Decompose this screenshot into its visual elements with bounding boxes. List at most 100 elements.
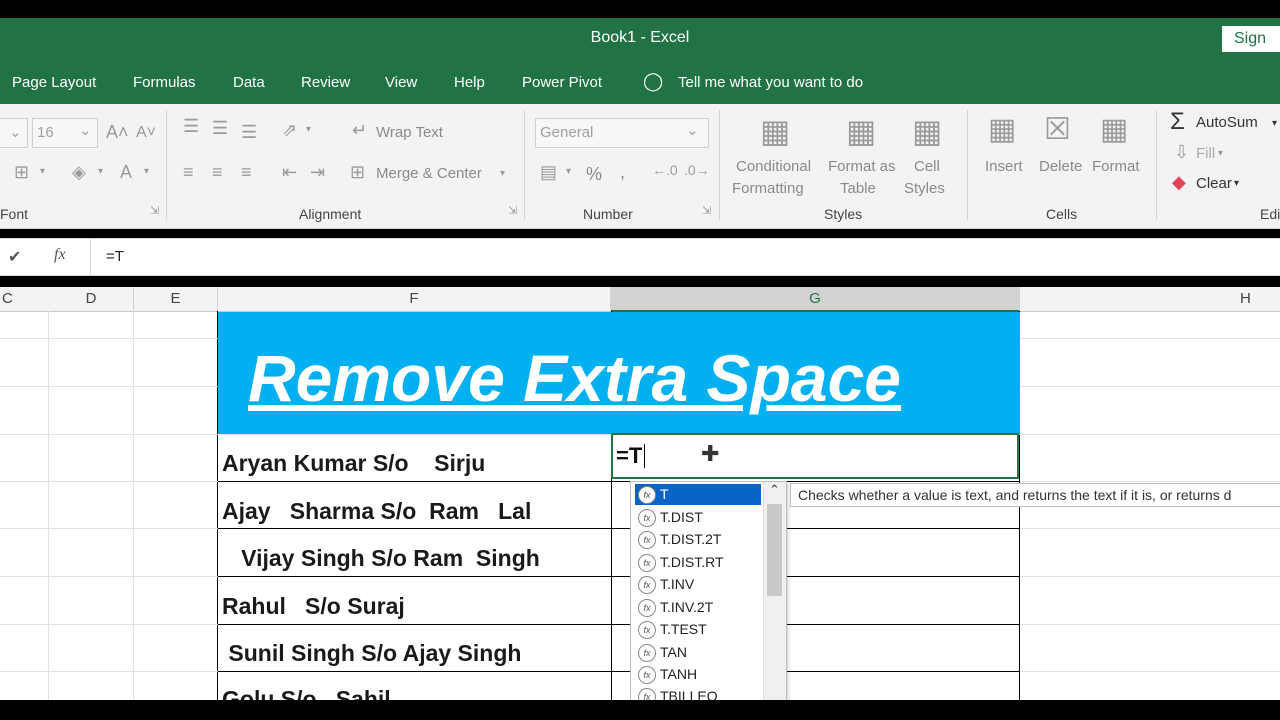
decrease-indent-icon[interactable]: ⇤ bbox=[282, 162, 297, 183]
align-right-icon[interactable]: ≡ bbox=[241, 162, 252, 183]
name-cell[interactable]: Golu S/o Sahil bbox=[222, 686, 391, 700]
chevron-down-icon[interactable]: ▾ bbox=[1234, 178, 1239, 189]
chevron-down-icon[interactable]: ▾ bbox=[1272, 118, 1277, 129]
column-header-h[interactable]: H bbox=[1020, 287, 1280, 312]
chevron-down-icon[interactable]: ▾ bbox=[566, 166, 571, 177]
chevron-down-icon[interactable]: ▾ bbox=[500, 168, 505, 179]
align-left-icon[interactable]: ≡ bbox=[183, 162, 194, 183]
enter-check-icon[interactable]: ✔ bbox=[8, 247, 21, 267]
lightbulb-icon: ◯ bbox=[643, 71, 664, 91]
tab-page-layout[interactable]: Page Layout bbox=[12, 74, 96, 91]
format-as-table-line2[interactable]: Table bbox=[840, 180, 876, 197]
merge-center-button[interactable]: Merge & Center bbox=[376, 165, 482, 182]
chevron-up-icon[interactable]: ⌃ bbox=[769, 482, 780, 498]
merge-center-icon[interactable]: ⊞ bbox=[350, 162, 365, 183]
name-cell[interactable]: Ajay Sharma S/o Ram Lal bbox=[222, 498, 531, 525]
decrease-font-icon[interactable]: A˅ bbox=[136, 124, 156, 142]
name-cell[interactable]: Aryan Kumar S/o Sirju bbox=[222, 450, 485, 477]
chevron-down-icon[interactable]: ▾ bbox=[98, 166, 103, 177]
function-icon: fx bbox=[638, 576, 656, 594]
chevron-down-icon[interactable]: ▾ bbox=[144, 166, 149, 177]
dialog-launcher-icon[interactable]: ⇲ bbox=[508, 204, 517, 217]
dialog-launcher-icon[interactable]: ⇲ bbox=[150, 204, 159, 217]
autocomplete-item[interactable]: fx T.INV bbox=[635, 574, 761, 595]
tab-help[interactable]: Help bbox=[454, 74, 485, 91]
column-header-f[interactable]: F bbox=[218, 287, 611, 312]
scrollbar-thumb[interactable] bbox=[767, 504, 782, 596]
delete-button[interactable]: Delete bbox=[1039, 158, 1082, 175]
font-size-combo[interactable]: 16 ⌄ bbox=[32, 118, 98, 148]
accounting-format-icon[interactable]: ▤ bbox=[540, 162, 557, 183]
autosum-button[interactable]: AutoSum bbox=[1196, 114, 1258, 131]
conditional-formatting-line1[interactable]: Conditional bbox=[736, 158, 811, 175]
number-format-combo[interactable]: General ⌄ bbox=[535, 118, 709, 148]
fill-button[interactable]: Fill bbox=[1196, 145, 1215, 162]
tab-data[interactable]: Data bbox=[233, 74, 265, 91]
tab-review[interactable]: Review bbox=[301, 74, 350, 91]
dialog-launcher-icon[interactable]: ⇲ bbox=[702, 204, 711, 217]
conditional-formatting-icon[interactable]: ▦ bbox=[760, 112, 790, 150]
autocomplete-item[interactable]: fx T bbox=[635, 484, 761, 505]
autocomplete-item[interactable]: fx T.INV.2T bbox=[635, 597, 761, 618]
column-header-g[interactable]: G bbox=[611, 287, 1020, 312]
name-cell[interactable]: Vijay Singh S/o Ram Singh bbox=[222, 545, 540, 572]
chevron-down-icon[interactable]: ▾ bbox=[1218, 148, 1223, 159]
autocomplete-item[interactable]: fx T.TEST bbox=[635, 619, 761, 640]
tab-view[interactable]: View bbox=[385, 74, 417, 91]
fill-color-icon[interactable]: ◈ bbox=[72, 162, 86, 183]
autocomplete-item[interactable]: fx TAN bbox=[635, 642, 761, 663]
cell-styles-line1[interactable]: Cell bbox=[914, 158, 940, 175]
autocomplete-item[interactable]: fx T.DIST bbox=[635, 507, 761, 528]
autocomplete-item[interactable]: fx TBILLEQ bbox=[635, 686, 761, 700]
autocomplete-item[interactable]: fx T.DIST.RT bbox=[635, 552, 761, 573]
insert-button[interactable]: Insert bbox=[985, 158, 1023, 175]
fill-icon[interactable]: ⇩ bbox=[1174, 142, 1189, 163]
title-banner[interactable]: Remove Extra Space bbox=[218, 312, 1020, 434]
cell-styles-line2[interactable]: Styles bbox=[904, 180, 945, 197]
borders-icon[interactable]: ⊞ bbox=[14, 162, 29, 183]
tab-formulas[interactable]: Formulas bbox=[133, 74, 196, 91]
format-as-table-line1[interactable]: Format as bbox=[828, 158, 896, 175]
column-header-d[interactable]: D bbox=[49, 287, 134, 312]
increase-font-icon[interactable]: A˄ bbox=[106, 122, 129, 143]
formula-input[interactable]: =T bbox=[106, 248, 124, 265]
chevron-down-icon[interactable]: ▾ bbox=[306, 124, 311, 135]
chevron-down-icon[interactable]: ▾ bbox=[40, 166, 45, 177]
sign-in-button[interactable]: Sign bbox=[1222, 26, 1280, 52]
wrap-text-button[interactable]: Wrap Text bbox=[376, 124, 443, 141]
autosum-icon[interactable]: Σ bbox=[1170, 108, 1185, 136]
name-cell[interactable]: Rahul S/o Suraj bbox=[222, 593, 405, 620]
font-name-combo[interactable]: ⌄ bbox=[0, 118, 28, 148]
insert-cells-icon[interactable]: ▦ bbox=[988, 112, 1016, 147]
percent-style-button[interactable]: % bbox=[586, 164, 602, 185]
increase-decimal-icon[interactable]: ←.0 bbox=[652, 162, 678, 178]
delete-cells-icon[interactable]: ☒ bbox=[1044, 112, 1071, 147]
active-cell-g[interactable]: =T ✚ bbox=[611, 433, 1019, 479]
tell-me-search[interactable]: Tell me what you want to do bbox=[678, 74, 863, 91]
format-cells-icon[interactable]: ▦ bbox=[1100, 112, 1128, 147]
format-as-table-icon[interactable]: ▦ bbox=[846, 112, 876, 150]
font-color-icon[interactable]: A bbox=[120, 162, 132, 183]
conditional-formatting-line2[interactable]: Formatting bbox=[732, 180, 804, 197]
decrease-decimal-icon[interactable]: .0→ bbox=[684, 162, 710, 178]
align-bottom-icon[interactable]: ☰ bbox=[241, 122, 257, 143]
orientation-icon[interactable]: ⇗ bbox=[282, 120, 297, 141]
autocomplete-item[interactable]: fx T.DIST.2T bbox=[635, 529, 761, 550]
clear-button[interactable]: Clear bbox=[1196, 175, 1232, 192]
align-center-icon[interactable]: ≡ bbox=[212, 162, 223, 183]
align-middle-icon[interactable]: ☰ bbox=[212, 118, 228, 139]
format-button[interactable]: Format bbox=[1092, 158, 1140, 175]
autocomplete-scrollbar[interactable]: ⌃ bbox=[763, 482, 786, 700]
comma-style-button[interactable]: , bbox=[620, 162, 625, 183]
eraser-icon[interactable]: ◆ bbox=[1172, 172, 1186, 193]
column-header-e[interactable]: E bbox=[134, 287, 218, 312]
cell-styles-icon[interactable]: ▦ bbox=[912, 112, 942, 150]
name-cell[interactable]: Sunil Singh S/o Ajay Singh bbox=[222, 640, 521, 667]
tab-power-pivot[interactable]: Power Pivot bbox=[522, 74, 602, 91]
align-top-icon[interactable]: ☰ bbox=[183, 116, 199, 137]
wrap-text-icon[interactable]: ↵ bbox=[352, 120, 367, 141]
insert-function-icon[interactable]: fx bbox=[54, 246, 66, 264]
autocomplete-item[interactable]: fx TANH bbox=[635, 664, 761, 685]
increase-indent-icon[interactable]: ⇥ bbox=[310, 162, 325, 183]
column-header-c[interactable]: C bbox=[0, 287, 51, 312]
